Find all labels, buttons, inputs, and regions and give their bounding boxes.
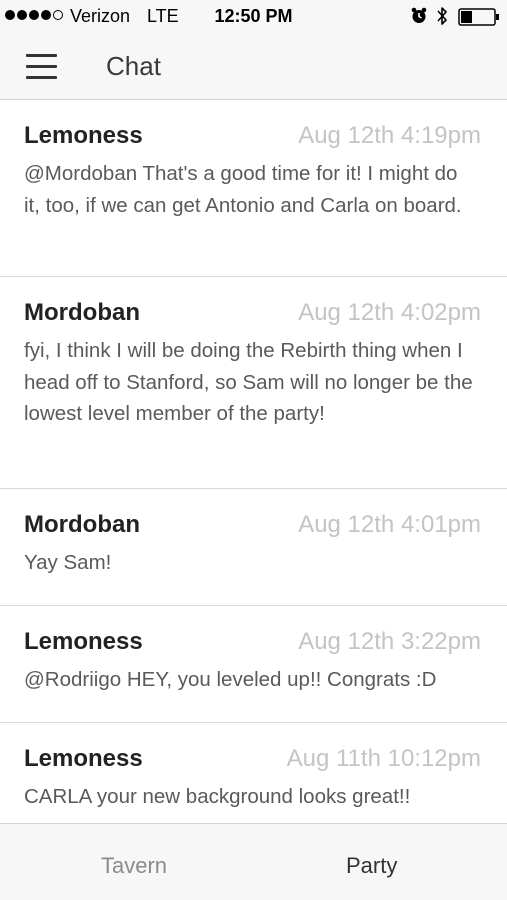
tab-tavern[interactable]: Tavern xyxy=(101,853,167,879)
message-timestamp: Aug 12th 4:19pm xyxy=(298,122,481,149)
message-author[interactable]: Mordoban xyxy=(24,299,140,327)
message-list[interactable]: Lemoness Aug 12th 4:19pm @Mordoban That'… xyxy=(0,100,507,823)
message-text: @Rodriigo HEY, you leveled up!! Congrats… xyxy=(24,668,437,691)
list-item[interactable]: Lemoness Aug 12th 4:19pm @Mordoban That'… xyxy=(0,100,507,277)
message-author[interactable]: Mordoban xyxy=(24,511,140,539)
page-title: Chat xyxy=(106,51,161,81)
chat-screen: Verizon LTE 12:50 PM Chat Lemoness Aug 1… xyxy=(0,0,507,900)
list-item[interactable]: Lemoness Aug 12th 3:22pm @Rodriigo HEY, … xyxy=(0,606,507,723)
message-author[interactable]: Lemoness xyxy=(24,628,143,656)
status-bar: Verizon LTE 12:50 PM xyxy=(0,0,507,34)
battery-icon xyxy=(458,8,500,31)
alarm-clock-icon xyxy=(411,7,427,29)
list-item[interactable]: Lemoness Aug 11th 10:12pm CARLA your new… xyxy=(0,723,507,823)
bluetooth-icon xyxy=(436,6,448,31)
list-item[interactable]: Mordoban Aug 12th 4:02pm fyi, I think I … xyxy=(0,277,507,489)
message-text: fyi, I think I will be doing the Rebirth… xyxy=(24,339,473,426)
message-timestamp: Aug 12th 3:22pm xyxy=(298,628,481,655)
message-timestamp: Aug 12th 4:01pm xyxy=(298,511,481,538)
message-text: CARLA your new background looks great!! xyxy=(24,785,411,808)
message-timestamp: Aug 11th 10:12pm xyxy=(286,745,481,772)
message-text: @Mordoban That's a good time for it! I m… xyxy=(24,162,462,217)
list-item[interactable]: Mordoban Aug 12th 4:01pm Yay Sam! xyxy=(0,489,507,606)
tab-party[interactable]: Party xyxy=(346,853,397,879)
message-author[interactable]: Lemoness xyxy=(24,745,143,773)
hamburger-menu-icon[interactable] xyxy=(18,50,64,84)
tab-bar: Tavern Party xyxy=(0,823,507,900)
message-timestamp: Aug 12th 4:02pm xyxy=(298,299,481,326)
status-time: 12:50 PM xyxy=(214,6,293,26)
message-author[interactable]: Lemoness xyxy=(24,122,143,150)
nav-bar: Chat xyxy=(0,34,507,100)
message-text: Yay Sam! xyxy=(24,551,112,574)
